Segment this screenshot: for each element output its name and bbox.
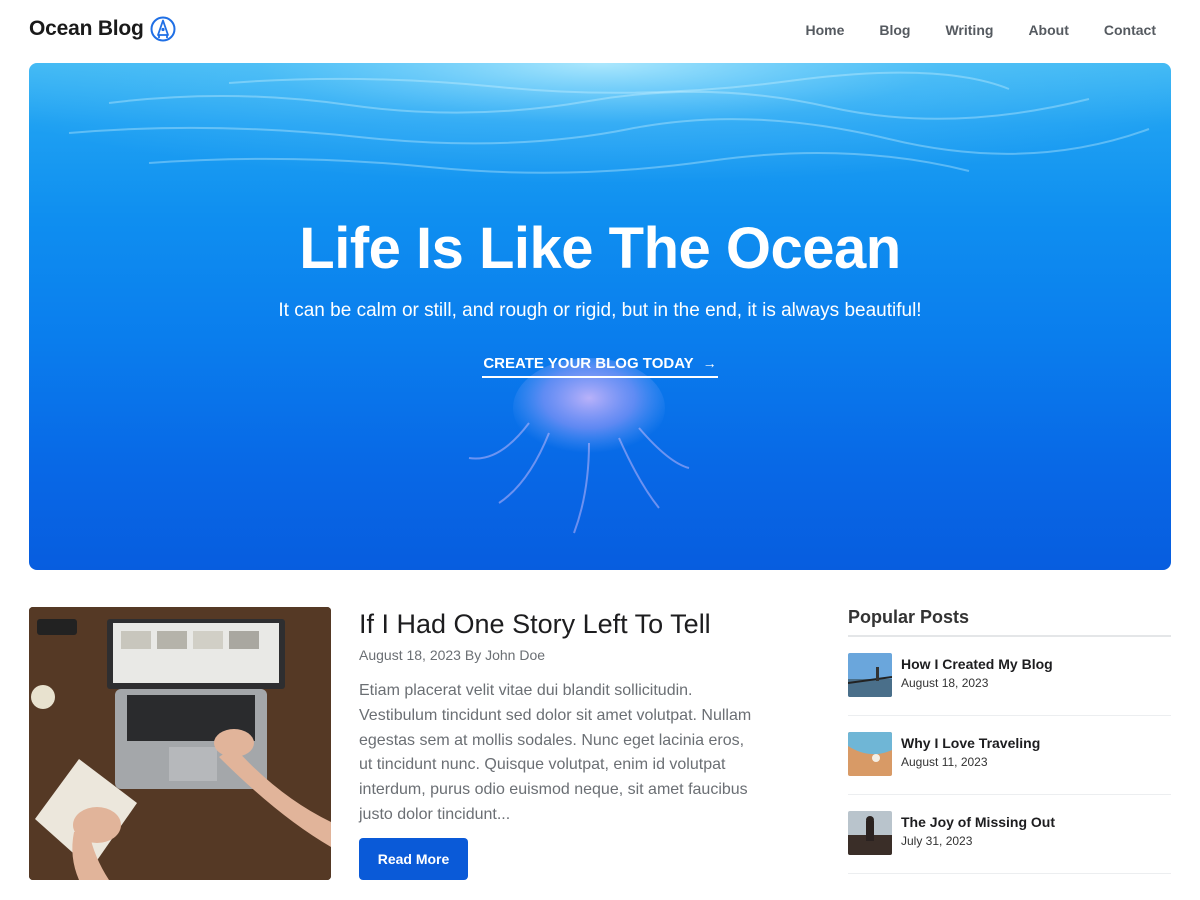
popular-post-item[interactable]: How I Created My Blog August 18, 2023 (848, 637, 1171, 716)
site-header: Ocean Blog Home Blog Writing About Conta… (0, 0, 1200, 62)
popular-posts-widget: Popular Posts How I Created My Blog Augu… (848, 607, 1171, 874)
arrow-right-icon: → (702, 355, 717, 371)
main-nav: Home Blog Writing About Contact (770, 20, 1156, 40)
post-meta: August 18, 2023 By John Doe (359, 647, 546, 663)
nav-contact[interactable]: Contact (1104, 20, 1156, 40)
popular-post-item[interactable]: Why I Love Traveling August 11, 2023 (848, 716, 1171, 795)
popular-post-title[interactable]: How I Created My Blog (901, 656, 1053, 672)
popular-post-date: August 18, 2023 (901, 676, 989, 690)
hero-subtitle: It can be calm or still, and rough or ri… (278, 300, 922, 321)
logo-text: Ocean Blog (29, 17, 144, 40)
jellyfish-illustration (468, 358, 690, 534)
popular-post-title[interactable]: Why I Love Traveling (901, 735, 1040, 751)
hero-title: Life Is Like The Ocean (299, 216, 901, 281)
post-featured-image[interactable] (29, 607, 331, 880)
post-title[interactable]: If I Had One Story Left To Tell (359, 607, 799, 641)
read-more-button[interactable]: Read More (359, 838, 468, 880)
post-thumbnail[interactable] (848, 732, 892, 776)
popular-post-date: August 11, 2023 (901, 755, 988, 769)
create-blog-button[interactable]: CREATE YOUR BLOG TODAY → (482, 350, 718, 378)
create-blog-label: CREATE YOUR BLOG TODAY (483, 354, 694, 372)
nav-blog[interactable]: Blog (879, 20, 910, 40)
popular-post-item[interactable]: The Joy of Missing Out July 31, 2023 (848, 795, 1171, 874)
site-logo[interactable]: Ocean Blog (29, 16, 176, 42)
popular-post-date: July 31, 2023 (901, 834, 973, 848)
pencil-nib-icon (150, 16, 176, 42)
sidebar-title: Popular Posts (848, 607, 1171, 637)
popular-post-title[interactable]: The Joy of Missing Out (901, 814, 1055, 830)
nav-about[interactable]: About (1028, 20, 1068, 40)
post-thumbnail[interactable] (848, 653, 892, 697)
post-thumbnail[interactable] (848, 811, 892, 855)
nav-writing[interactable]: Writing (945, 20, 993, 40)
laptop-desk-photo (29, 607, 331, 880)
hero-banner: Life Is Like The Ocean It can be calm or… (29, 63, 1171, 570)
post-excerpt: Etiam placerat velit vitae dui blandit s… (359, 682, 752, 823)
nav-home[interactable]: Home (805, 20, 844, 40)
